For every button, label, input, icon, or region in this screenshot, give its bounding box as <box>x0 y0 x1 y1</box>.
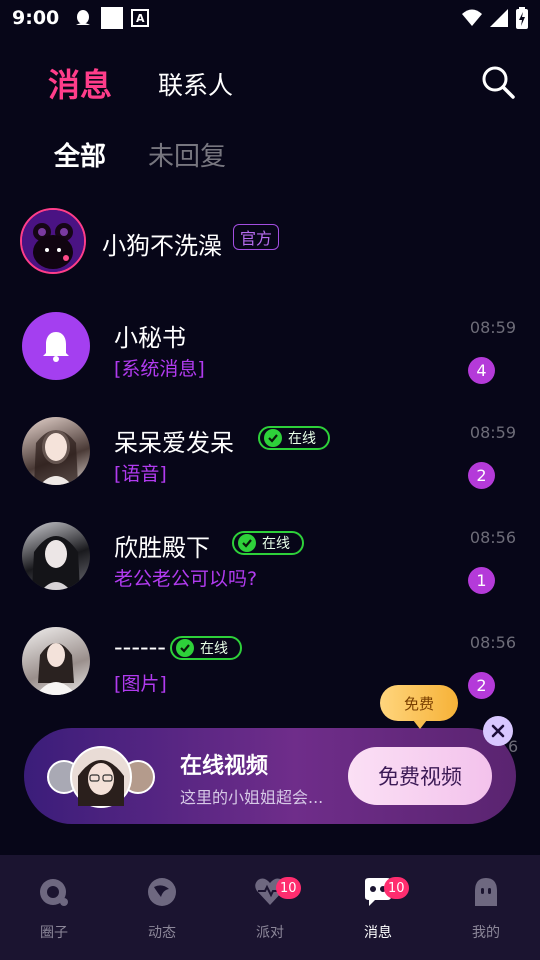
conversation-name: ------ <box>114 633 166 661</box>
avatar <box>20 208 86 274</box>
bell-icon <box>43 332 69 362</box>
tab-contacts[interactable]: 联系人 <box>158 66 233 102</box>
a-notification-icon: A <box>131 9 150 27</box>
status-time: 9:00 <box>12 7 60 29</box>
search-icon[interactable] <box>478 62 518 102</box>
conversation-preview: 老公老公可以吗? <box>114 568 258 590</box>
penguin-notification-icon <box>76 10 91 25</box>
unread-badge: 2 <box>468 672 495 699</box>
notification-square-icon <box>101 7 124 29</box>
close-icon[interactable] <box>483 716 513 746</box>
conversation-time: 08:59 <box>469 423 516 442</box>
filter-tab-unreplied[interactable]: 未回复 <box>148 136 226 173</box>
header: 消息 联系人 <box>0 58 540 108</box>
conversation-name: 小秘书 <box>114 324 186 352</box>
avatar <box>22 522 90 590</box>
status-bar: 9:00 A <box>0 0 540 36</box>
user-photo-icon <box>34 430 78 485</box>
conversation-preview: [语音] <box>114 463 167 485</box>
conversation-row[interactable]: ------ 在线 [图片] 08:56 2 <box>0 611 540 711</box>
conversation-row[interactable]: 欣胜殿下 在线 老公老公可以吗? 08:56 1 <box>0 506 540 606</box>
tab-messages[interactable]: 消息 <box>48 60 112 106</box>
nav-label: 消息 <box>364 925 392 941</box>
nav-item-circle[interactable]: 圈子 <box>0 855 108 960</box>
unread-badge: 4 <box>468 357 495 384</box>
conversation-name: 欣胜殿下 <box>114 534 210 562</box>
promo-subtitle: 这里的小姐姐超会... <box>180 788 324 807</box>
conversation-time: 08:56 <box>469 528 516 547</box>
free-video-button[interactable]: 免费视频 <box>348 747 492 805</box>
bottom-nav: 圈子 动态 派对 10 消息 10 我的 <box>0 855 540 960</box>
check-icon <box>238 534 256 552</box>
wifi-icon <box>462 9 482 26</box>
promo-avatars-icon <box>47 746 155 808</box>
user-photo-icon <box>32 536 80 590</box>
nav-label: 动态 <box>148 925 176 941</box>
circle-icon <box>40 879 68 906</box>
bear-avatar-icon <box>22 210 84 272</box>
promo-title: 在线视频 <box>180 754 269 779</box>
moments-icon <box>148 878 176 906</box>
user-photo-icon <box>36 643 76 695</box>
online-status: 在线 <box>232 531 304 555</box>
conversation-name: 呆呆爱发呆 <box>114 429 234 457</box>
nav-badge: 10 <box>384 877 409 899</box>
nav-item-me[interactable]: 我的 <box>432 855 540 960</box>
online-label: 在线 <box>200 641 228 657</box>
status-notifications: A <box>73 7 150 29</box>
check-icon <box>264 429 282 447</box>
profile-icon <box>475 878 497 906</box>
unread-badge: 1 <box>468 567 495 594</box>
nav-item-party[interactable]: 派对 10 <box>216 855 324 960</box>
avatar <box>22 627 90 695</box>
nav-label: 我的 <box>472 925 500 941</box>
battery-icon <box>516 7 528 29</box>
status-system-icons <box>462 7 528 29</box>
conversation-time: 08:59 <box>469 318 516 337</box>
free-tooltip: 免费 <box>380 685 458 729</box>
unread-badge: 2 <box>468 462 495 489</box>
conversation-time: 08:56 <box>469 633 516 652</box>
online-status: 在线 <box>258 426 330 450</box>
official-tag: 官方 <box>233 224 280 250</box>
nav-label: 派对 <box>256 925 284 941</box>
nav-badge: 10 <box>276 877 301 899</box>
filter-tab-all[interactable]: 全部 <box>54 136 106 173</box>
online-label: 在线 <box>262 536 290 552</box>
conversation-preview: [图片] <box>114 673 167 695</box>
online-status: 在线 <box>170 636 242 660</box>
video-promo-banner[interactable]: 在线视频 这里的小姐姐超会... 免费视频 <box>24 728 516 824</box>
filter-tabs: 全部 未回复 <box>0 132 540 176</box>
nav-label: 圈子 <box>40 925 68 941</box>
nav-item-moments[interactable]: 动态 <box>108 855 216 960</box>
conversation-row[interactable]: 小秘书 [系统消息] 08:59 4 <box>0 296 540 396</box>
online-label: 在线 <box>288 431 316 447</box>
pinned-conversation[interactable]: 小狗不洗澡 官方 <box>0 194 540 294</box>
signal-icon <box>490 9 508 27</box>
avatar <box>22 417 90 485</box>
check-icon <box>176 639 194 657</box>
nav-item-messages[interactable]: 消息 10 <box>324 855 432 960</box>
conversation-row[interactable]: 呆呆爱发呆 在线 [语音] 08:59 2 <box>0 401 540 501</box>
conversation-preview: [系统消息] <box>114 358 205 380</box>
conversation-name: 小狗不洗澡 <box>102 232 222 260</box>
avatar <box>22 312 90 380</box>
